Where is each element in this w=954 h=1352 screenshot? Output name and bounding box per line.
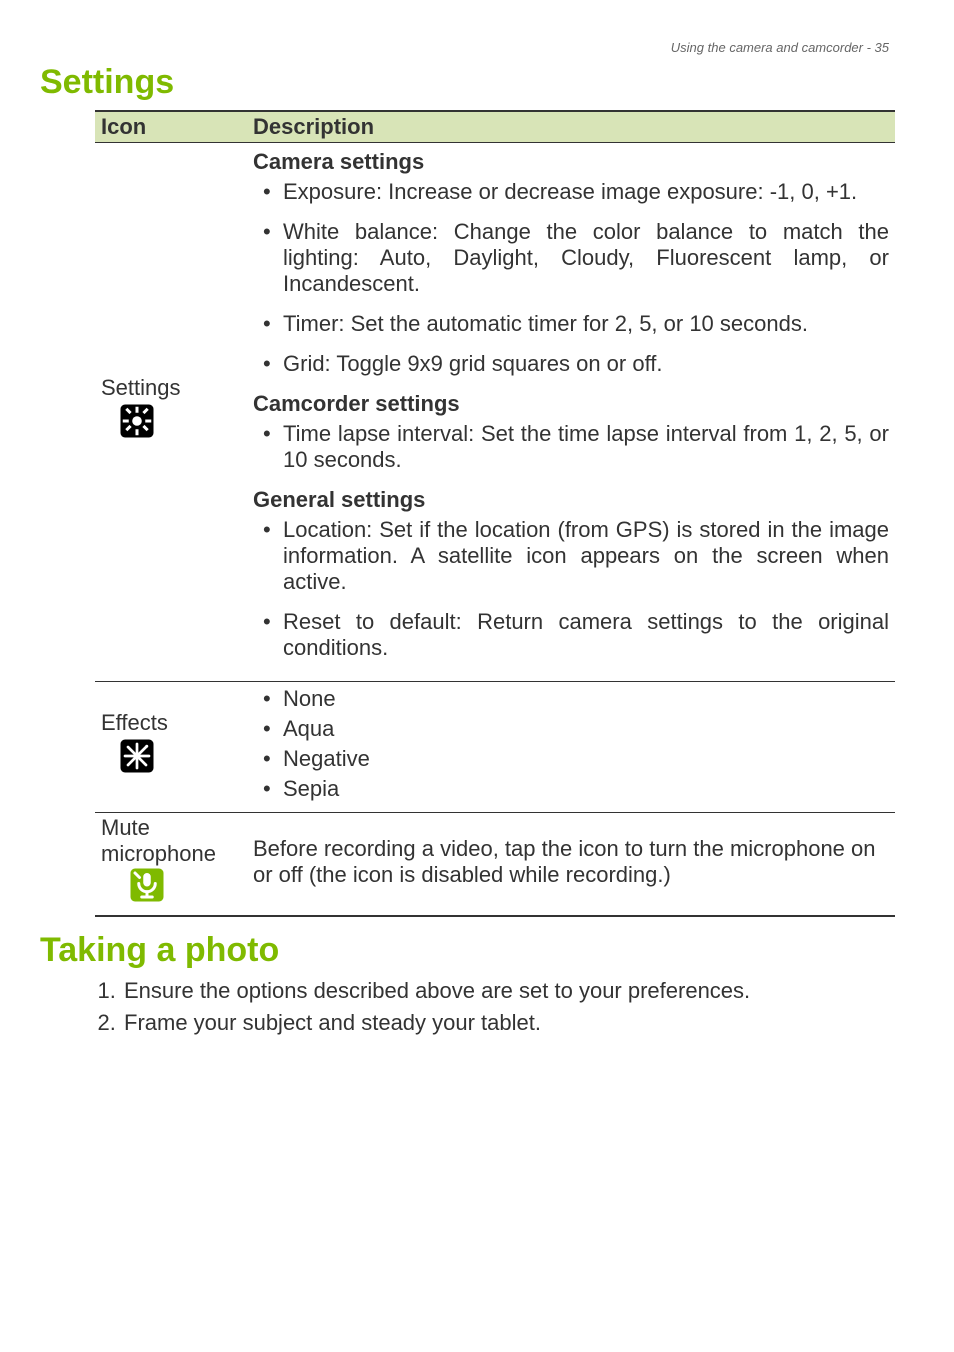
step-item: Ensure the options described above are s… — [122, 978, 899, 1004]
list-item: Sepia — [259, 776, 889, 802]
taking-photo-steps: Ensure the options described above are s… — [92, 978, 899, 1036]
icon-cell-effects: Effects — [95, 682, 247, 813]
icon-label-settings: Settings — [101, 375, 181, 401]
icon-cell-mute: Mute microphone — [95, 813, 247, 917]
list-item: White balance: Change the color balance … — [259, 219, 889, 297]
icon-label-mute-line2: microphone — [101, 841, 216, 866]
column-header-icon: Icon — [95, 111, 247, 143]
list-item: Exposure: Increase or decrease image exp… — [259, 179, 889, 205]
description-cell-settings: Camera settings Exposure: Increase or de… — [247, 143, 895, 682]
column-header-description: Description — [247, 111, 895, 143]
description-cell-effects: None Aqua Negative Sepia — [247, 682, 895, 813]
settings-heading: Settings — [40, 63, 899, 102]
camcorder-settings-list: Time lapse interval: Set the time lapse … — [253, 421, 889, 473]
step-item: Frame your subject and steady your table… — [122, 1010, 899, 1036]
effects-list: None Aqua Negative Sepia — [253, 686, 889, 802]
running-head: Using the camera and camcorder - 35 — [40, 40, 899, 55]
table-row: Mute microphone — [95, 813, 895, 917]
page-content: Using the camera and camcorder - 35 Sett… — [0, 0, 954, 1036]
description-cell-mute: Before recording a video, tap the icon t… — [247, 813, 895, 917]
camera-settings-heading: Camera settings — [253, 149, 889, 175]
general-settings-heading: General settings — [253, 487, 889, 513]
list-item: Reset to default: Return camera settings… — [259, 609, 889, 661]
list-item: None — [259, 686, 889, 712]
taking-photo-heading: Taking a photo — [40, 931, 899, 970]
table-row: Effects — [95, 682, 895, 813]
table-row: Settings — [95, 143, 895, 682]
settings-table-wrap: Icon Description Settings — [95, 110, 899, 917]
list-item: Aqua — [259, 716, 889, 742]
list-item: Grid: Toggle 9x9 grid squares on or off. — [259, 351, 889, 377]
general-settings-list: Location: Set if the location (from GPS)… — [253, 517, 889, 661]
icon-label-effects: Effects — [101, 710, 168, 736]
icon-cell-settings: Settings — [95, 143, 247, 682]
icon-label-mute-line1: Mute — [101, 815, 150, 840]
camera-settings-list: Exposure: Increase or decrease image exp… — [253, 179, 889, 377]
list-item: Location: Set if the location (from GPS)… — [259, 517, 889, 595]
gear-icon — [119, 403, 155, 445]
list-item: Timer: Set the automatic timer for 2, 5,… — [259, 311, 889, 337]
camcorder-settings-heading: Camcorder settings — [253, 391, 889, 417]
mute-microphone-icon — [129, 867, 165, 909]
list-item: Negative — [259, 746, 889, 772]
list-item: Time lapse interval: Set the time lapse … — [259, 421, 889, 473]
mute-description: Before recording a video, tap the icon t… — [253, 836, 889, 888]
settings-table: Icon Description Settings — [95, 110, 895, 917]
sparkle-icon — [119, 738, 155, 780]
